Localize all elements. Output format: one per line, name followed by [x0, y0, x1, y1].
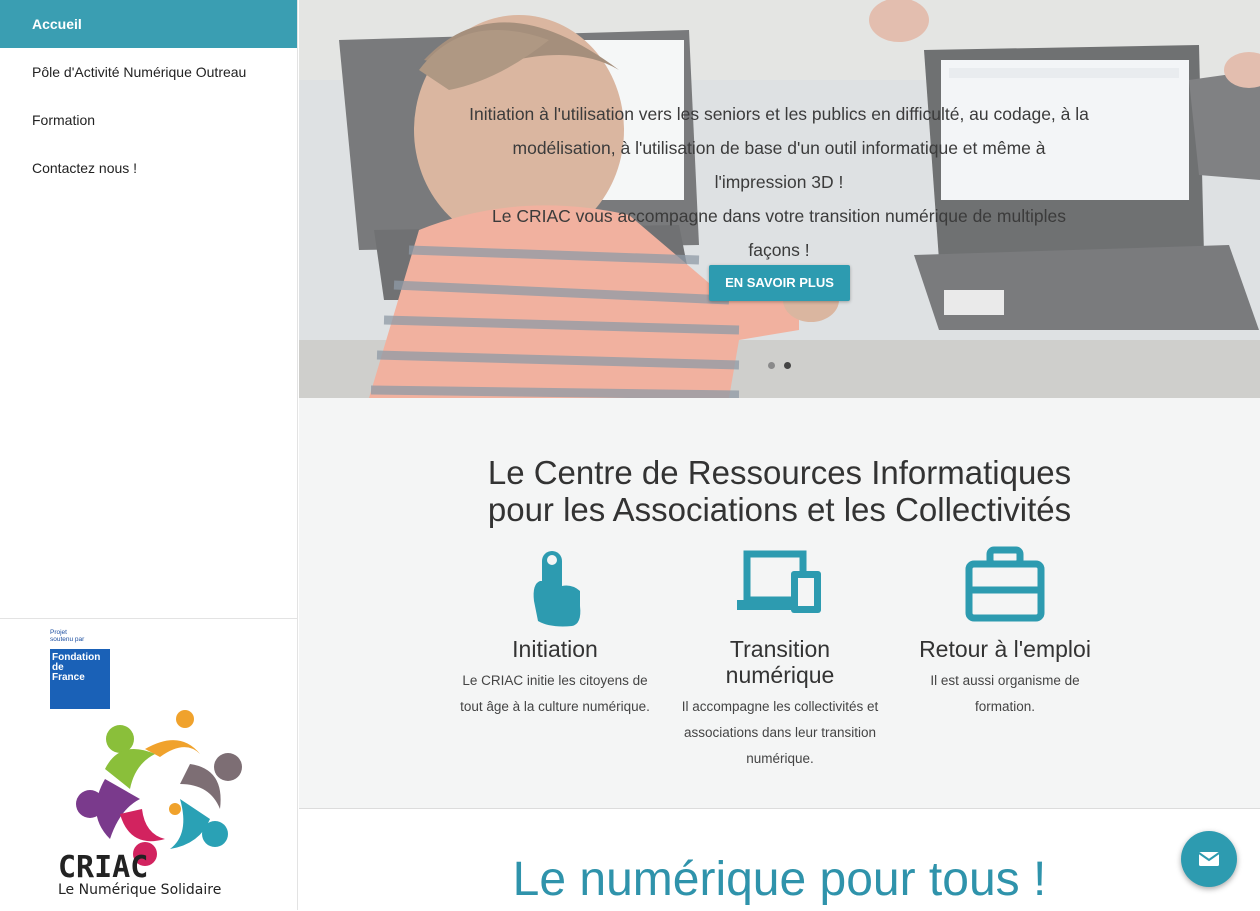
contact-chat-button[interactable] — [1181, 831, 1237, 887]
feature-transition: Transition numérique Il accompagne les c… — [675, 546, 885, 772]
feature-emploi: Retour à l'emploi Il est aussi organisme… — [900, 546, 1110, 720]
feature-title: Transition numérique — [725, 636, 835, 688]
feature-description: Le CRIAC initie les citoyens de tout âge… — [460, 673, 650, 714]
mail-icon — [1198, 852, 1220, 866]
touch-hand-icon — [450, 546, 660, 628]
features-title-line2: pour les Associations et les Collectivit… — [487, 491, 1072, 528]
hero-text-line1: Initiation à l'utilisation vers les seni… — [469, 104, 1089, 192]
sidebar-item-contact[interactable]: Contactez nous ! — [0, 144, 297, 192]
hero-text-line2: Le CRIAC vous accompagne dans votre tran… — [492, 206, 1066, 260]
sidebar-item-accueil[interactable]: Accueil — [0, 0, 297, 48]
sponsor-caption-line2: soutenu par — [50, 636, 85, 643]
carousel-dot-1[interactable] — [768, 362, 775, 369]
sponsor-caption-line1: Projet — [50, 629, 67, 636]
carousel-dot-2[interactable] — [784, 362, 791, 369]
criac-logo-name: CRIAC — [58, 850, 148, 885]
devices-icon — [675, 546, 885, 628]
sidebar-item-formation[interactable]: Formation — [0, 96, 297, 144]
feature-description: Il est aussi organisme de formation. — [930, 673, 1080, 714]
en-savoir-plus-button[interactable]: EN SAVOIR PLUS — [709, 265, 850, 301]
hero-text: Initiation à l'utilisation vers les seni… — [469, 97, 1089, 267]
sponsor-logo-line3: France — [52, 672, 85, 683]
criac-logo-tagline: Le Numérique Solidaire — [58, 882, 221, 898]
fondation-de-france-logo[interactable]: Fondation de France — [50, 649, 110, 709]
hero-carousel: Initiation à l'utilisation vers les seni… — [299, 0, 1260, 398]
feature-initiation: Initiation Le CRIAC initie les citoyens … — [450, 546, 660, 720]
feature-title: Retour à l'emploi — [919, 636, 1091, 662]
sidebar-footer: Projet soutenu par Fondation de France C… — [0, 618, 298, 911]
features-section: Le Centre de Ressources Informatiques po… — [299, 398, 1260, 809]
features-title: Le Centre de Ressources Informatiques po… — [299, 454, 1260, 528]
feature-title: Initiation — [512, 636, 598, 662]
features-title-line1: Le Centre de Ressources Informatiques — [487, 454, 1072, 491]
sponsor-caption: Projet soutenu par — [50, 629, 84, 643]
criac-logo: CRIAC Le Numérique Solidaire — [58, 710, 242, 898]
sidebar: Accueil Pôle d'Activité Numérique Outrea… — [0, 0, 298, 910]
sidebar-item-pole-activite[interactable]: Pôle d'Activité Numérique Outreau — [0, 48, 297, 96]
feature-description: Il accompagne les collectivités et assoc… — [681, 699, 879, 766]
section-title-numerique-pour-tous: Le numérique pour tous ! — [512, 853, 1047, 906]
briefcase-icon — [900, 546, 1110, 628]
